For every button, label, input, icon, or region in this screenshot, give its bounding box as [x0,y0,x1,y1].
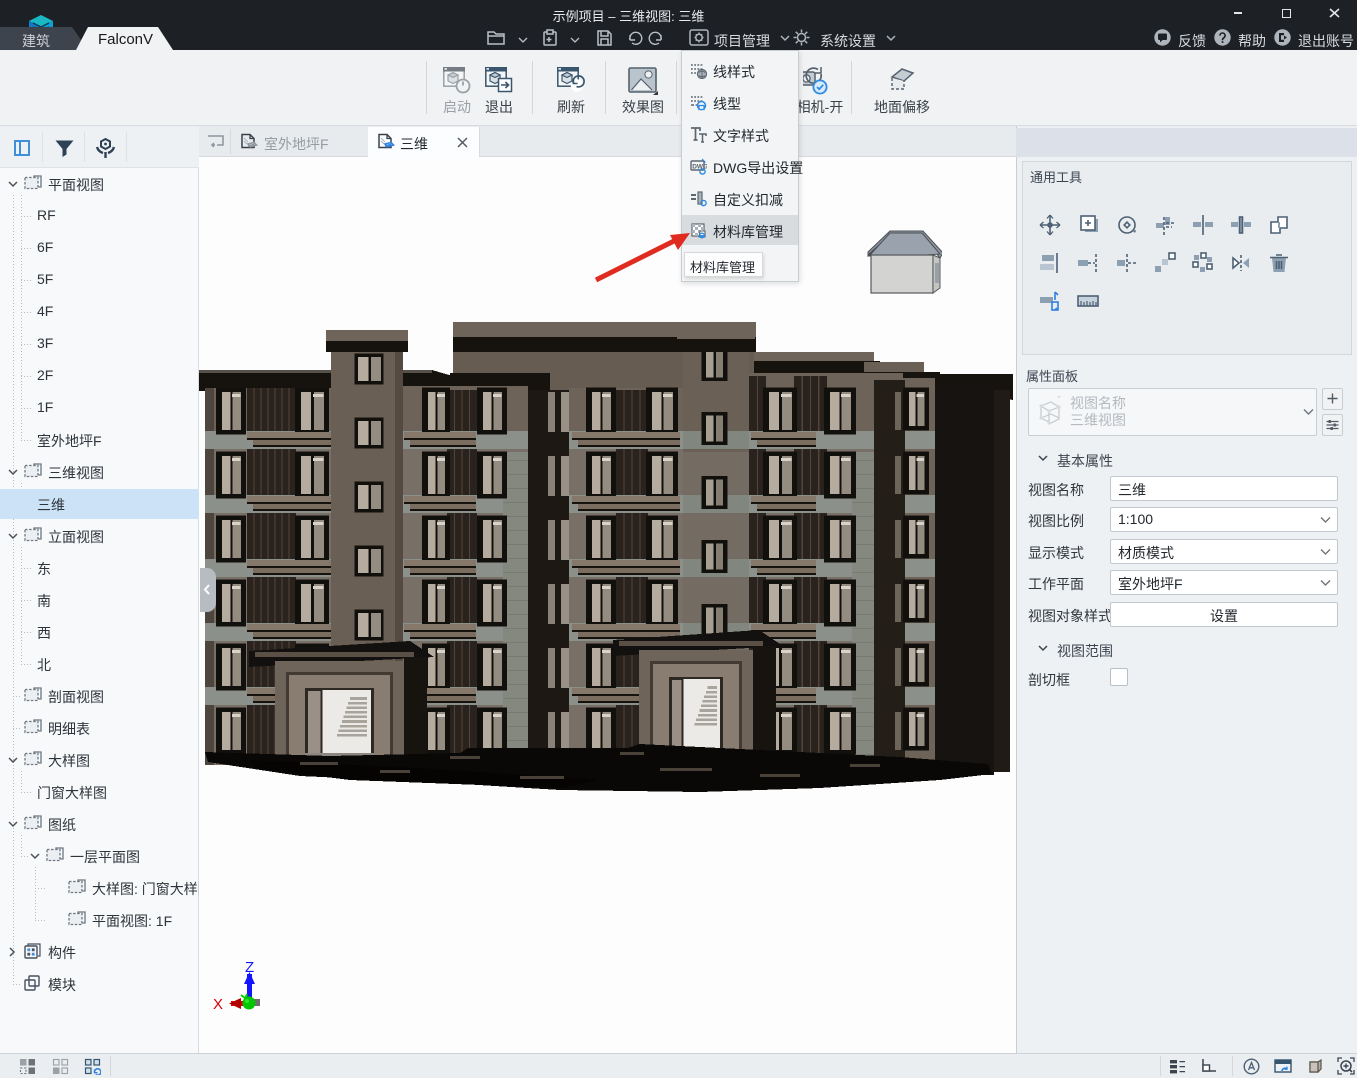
svg-text:X: X [213,996,223,1013]
